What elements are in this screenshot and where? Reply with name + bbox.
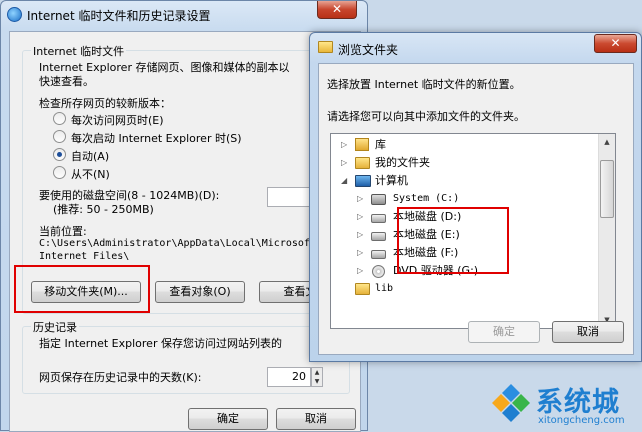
folder-icon [318, 41, 333, 53]
dialog-instruction-1: 选择放置 Internet 临时文件的新位置。 [327, 78, 521, 91]
library-icon [355, 138, 369, 151]
close-button[interactable]: ✕ [317, 1, 357, 19]
drive-icon [371, 214, 386, 223]
radio-never[interactable] [53, 166, 66, 179]
tree-scrollbar[interactable]: ▲ ▼ [598, 134, 615, 328]
watermark-site: xitongcheng.com [538, 415, 625, 426]
dvd-drive-icon [372, 265, 385, 278]
history-group: 历史记录 指定 Internet Explorer 保存您访问过网站列表的 网页… [22, 319, 350, 394]
site-watermark: 系统城 xitongcheng.com [486, 378, 642, 431]
drive-icon [371, 232, 386, 241]
dialog-close-button[interactable]: ✕ [594, 34, 637, 53]
check-versions-label: 检查所存网页的较新版本： [39, 97, 171, 110]
folder-icon [355, 283, 370, 295]
history-days-input[interactable]: 20 [267, 367, 311, 387]
radio-never-label[interactable]: 从不(N) [71, 166, 110, 182]
current-location-path-1: C:\Users\Administrator\AppData\Local\Mic… [39, 238, 316, 249]
watermark-brand: 系统城 [536, 387, 620, 418]
current-location-path-2: Internet Files\ [39, 251, 130, 262]
scroll-up-icon[interactable]: ▲ [599, 134, 615, 150]
radio-automatic-label[interactable]: 自动(A) [71, 148, 109, 164]
radio-every-visit[interactable] [53, 112, 66, 125]
collapse-arrow-icon[interactable]: ◢ [341, 172, 347, 190]
current-location-label: 当前位置: [39, 225, 87, 238]
browse-folder-dialog: 浏览文件夹 ✕ 选择放置 Internet 临时文件的新位置。 请选择您可以向其… [309, 32, 642, 362]
view-objects-button[interactable]: 查看对象(O) [155, 281, 245, 303]
history-days-label: 网页保存在历史记录中的天数(K): [39, 371, 202, 384]
dialog-ok-button[interactable]: 确定 [468, 321, 540, 343]
radio-every-start-label[interactable]: 每次启动 Internet Explorer 时(S) [71, 130, 242, 146]
highlight-local-drives [397, 207, 509, 274]
expand-arrow-icon[interactable]: ▷ [357, 244, 363, 262]
title-bar[interactable]: Internet 临时文件和历史记录设置 ✕ [1, 1, 367, 29]
ie-app-icon [7, 7, 22, 22]
computer-icon [355, 175, 371, 187]
drive-icon [371, 250, 386, 259]
expand-arrow-icon[interactable]: ▷ [341, 154, 347, 172]
expand-arrow-icon[interactable]: ▷ [357, 226, 363, 244]
system-drive-icon [371, 194, 386, 205]
radio-every-visit-label[interactable]: 每次访问网页时(E) [71, 112, 164, 128]
history-days-spinner[interactable]: ▲ ▼ [311, 367, 323, 387]
tree-item-label: 库 [375, 138, 386, 151]
expand-arrow-icon[interactable]: ▷ [357, 262, 363, 280]
history-group-label: 历史记录 [31, 319, 79, 335]
dialog-instruction-2: 请选择您可以向其中添加文件的文件夹。 [327, 110, 525, 123]
xitongcheng-logo-icon [492, 384, 530, 422]
tree-item-label: 我的文件夹 [375, 156, 430, 169]
history-description: 指定 Internet Explorer 保存您访问过网站列表的 [39, 337, 282, 350]
dialog-title-bar[interactable]: 浏览文件夹 ✕ [310, 33, 641, 63]
window-title: Internet 临时文件和历史记录设置 [27, 9, 211, 23]
highlight-move-folder [14, 265, 150, 313]
dialog-cancel-button[interactable]: 取消 [552, 321, 624, 343]
radio-automatic[interactable] [53, 148, 66, 161]
tree-item-label: System (C:) [393, 193, 460, 204]
disk-space-hint: (推荐: 50 - 250MB) [53, 203, 154, 216]
ok-button[interactable]: 确定 [188, 408, 268, 430]
scroll-thumb[interactable] [600, 160, 614, 218]
dialog-title: 浏览文件夹 [338, 43, 399, 57]
temp-files-description-2: 快速查看。 [39, 75, 94, 88]
expand-arrow-icon[interactable]: ▷ [341, 136, 347, 154]
expand-arrow-icon[interactable]: ▷ [357, 190, 363, 208]
folder-icon [355, 157, 370, 169]
tree-item-label: 计算机 [375, 174, 408, 187]
temp-files-group-label: Internet 临时文件 [31, 43, 127, 59]
cancel-button[interactable]: 取消 [276, 408, 356, 430]
tree-item-label: lib [375, 283, 394, 294]
radio-every-start[interactable] [53, 130, 66, 143]
expand-arrow-icon[interactable]: ▷ [357, 208, 363, 226]
